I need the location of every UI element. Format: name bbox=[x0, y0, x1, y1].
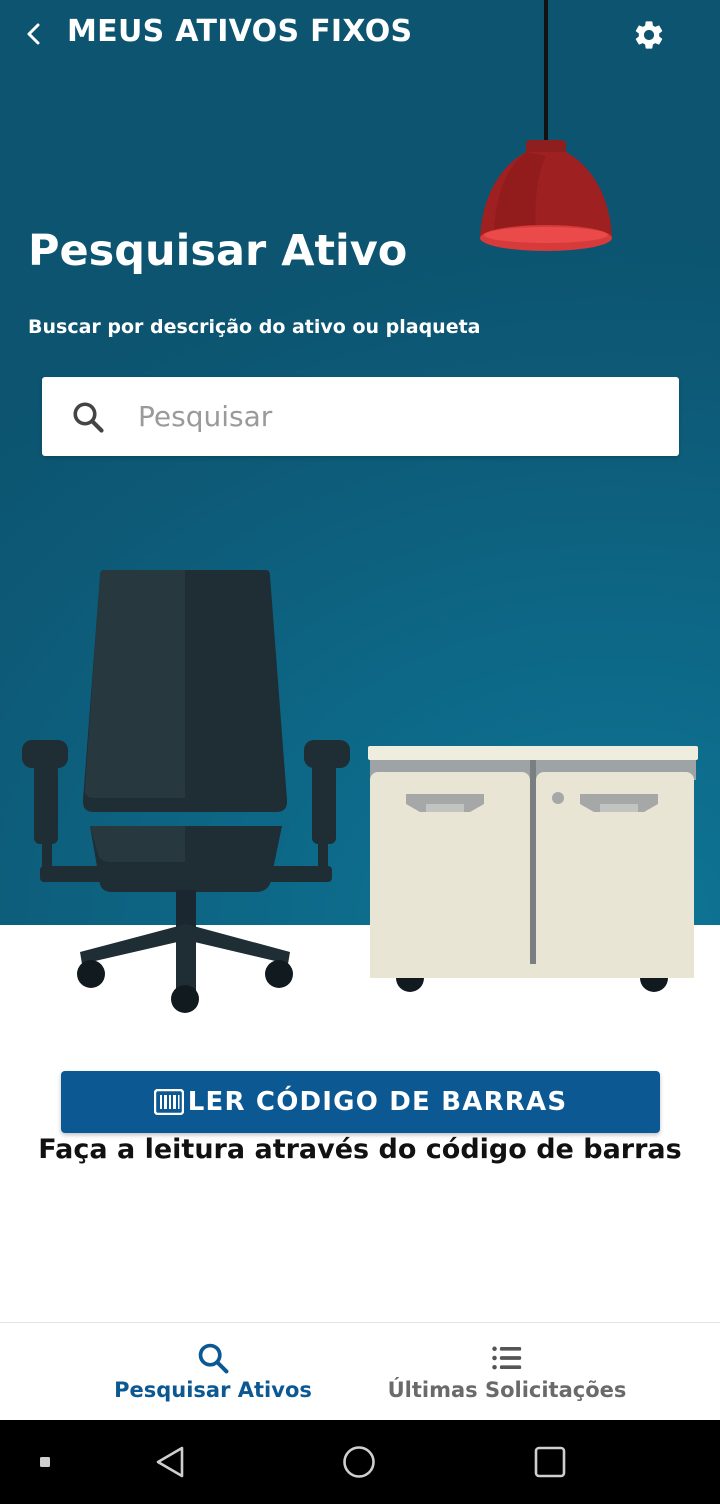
office-chair-illustration bbox=[22, 570, 350, 1013]
nav-item-pesquisar-ativos[interactable]: Pesquisar Ativos bbox=[100, 1323, 326, 1421]
stop-icon bbox=[40, 1457, 50, 1467]
bottom-navigation: Pesquisar Ativos Últimas Solicitações bbox=[0, 1322, 720, 1421]
back-triangle-icon bbox=[156, 1446, 184, 1478]
gear-icon bbox=[635, 21, 663, 49]
search-box[interactable] bbox=[42, 377, 679, 456]
nav-item-ultimas-solicitacoes[interactable]: Últimas Solicitações bbox=[380, 1323, 634, 1421]
search-icon bbox=[198, 1343, 229, 1374]
system-navigation-bar bbox=[0, 1420, 720, 1504]
barcode-icon bbox=[153, 1089, 184, 1115]
nav-label-pesquisar-ativos: Pesquisar Ativos bbox=[114, 1378, 312, 1402]
scan-barcode-button[interactable]: LER CÓDIGO DE BARRAS bbox=[61, 1071, 660, 1133]
settings-button[interactable] bbox=[628, 14, 670, 56]
scan-barcode-label: LER CÓDIGO DE BARRAS bbox=[187, 1087, 568, 1117]
page-title: Pesquisar Ativo bbox=[28, 226, 408, 276]
nav-label-ultimas-solicitacoes: Últimas Solicitações bbox=[387, 1378, 627, 1402]
search-input[interactable] bbox=[138, 395, 658, 437]
page-subtitle: Buscar por descrição do ativo ou plaquet… bbox=[28, 316, 481, 338]
system-recents-button[interactable] bbox=[520, 1420, 580, 1504]
home-circle-icon bbox=[343, 1446, 375, 1478]
stop-button[interactable] bbox=[30, 1420, 60, 1504]
recents-square-icon bbox=[534, 1446, 566, 1478]
system-back-button[interactable] bbox=[140, 1420, 200, 1504]
list-icon bbox=[492, 1346, 522, 1370]
scan-hint-text: Faça a leitura através do código de barr… bbox=[38, 1134, 682, 1165]
chevron-left-icon bbox=[27, 23, 40, 45]
search-icon bbox=[73, 402, 104, 433]
back-button[interactable] bbox=[14, 12, 54, 56]
cabinet-illustration bbox=[368, 746, 698, 992]
lamp-illustration bbox=[480, 0, 612, 251]
app-title: MEUS ATIVOS FIXOS bbox=[67, 14, 413, 49]
system-home-button[interactable] bbox=[329, 1420, 389, 1504]
